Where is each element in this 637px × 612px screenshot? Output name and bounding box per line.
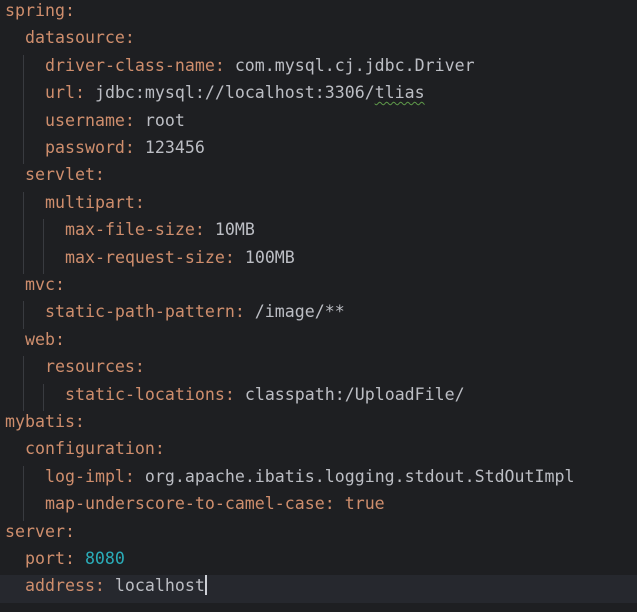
code-text: servlet:	[25, 161, 105, 188]
code-line[interactable]: max-file-size: 10MB	[0, 216, 637, 247]
code-text: password: 123456	[45, 134, 205, 161]
code-text: mvc:	[25, 271, 65, 298]
indent-guide	[23, 137, 24, 165]
code-line[interactable]: spring:	[0, 0, 637, 27]
indent-guide	[23, 493, 24, 521]
code-text: spring:	[5, 0, 75, 24]
yaml-key: web:	[25, 329, 65, 349]
code-line[interactable]: map-underscore-to-camel-case: true	[0, 490, 637, 521]
code-line[interactable]: servlet:	[0, 164, 637, 191]
yaml-value: 10MB	[204, 220, 255, 240]
code-text: username: root	[45, 107, 185, 134]
indent-guide	[43, 219, 44, 247]
code-line[interactable]: driver-class-name: com.mysql.cj.jdbc.Dri…	[0, 52, 637, 83]
code-editor[interactable]: spring: datasource: driver-class-name: com…	[0, 0, 637, 612]
indent-guide	[23, 301, 24, 329]
yaml-value: 8080	[74, 549, 125, 568]
code-text: map-underscore-to-camel-case: true	[45, 490, 385, 517]
yaml-value: true	[334, 494, 385, 514]
code-text: mybatis:	[5, 408, 85, 435]
code-text: datasource:	[25, 24, 135, 51]
code-text: web:	[25, 326, 65, 353]
code-text: static-locations: classpath:/UploadFile/	[65, 381, 465, 408]
yaml-key: multipart:	[45, 192, 145, 212]
code-line[interactable]: password: 123456	[0, 134, 637, 165]
indent-guide	[23, 246, 24, 274]
code-line[interactable]: mvc:	[0, 274, 637, 301]
code-line[interactable]: mybatis:	[0, 411, 637, 438]
yaml-key: server:	[5, 521, 75, 541]
yaml-key: password:	[45, 138, 135, 157]
yaml-key: static-locations:	[65, 384, 235, 404]
yaml-value: com.mysql.cj.jdbc.Driver	[224, 55, 475, 75]
code-text: configuration:	[25, 435, 165, 462]
yaml-value: /image/**	[244, 302, 345, 322]
yaml-key: datasource:	[25, 28, 135, 48]
yaml-key: address:	[25, 576, 105, 596]
code-text: max-file-size: 10MB	[65, 216, 255, 243]
indent-guide	[43, 246, 44, 274]
yaml-key: max-file-size:	[65, 220, 205, 240]
code-line[interactable]: url: jdbc:mysql://localhost:3306/tlias	[0, 79, 637, 110]
yaml-key: static-path-pattern:	[45, 302, 245, 322]
yaml-value: localhost	[104, 576, 205, 596]
code-text: log-impl: org.apache.ibatis.logging.stdo…	[45, 463, 575, 490]
yaml-key: spring:	[5, 1, 75, 20]
indent-guide	[23, 54, 24, 83]
yaml-key: map-underscore-to-camel-case:	[45, 494, 335, 514]
yaml-value: classpath:/UploadFile/	[234, 384, 465, 404]
indent-guide	[23, 383, 24, 411]
code-line[interactable]: port: 8080	[0, 548, 637, 575]
yaml-key: username:	[45, 110, 135, 130]
code-text: static-path-pattern: /image/**	[45, 298, 345, 325]
code-line[interactable]: static-locations: classpath:/UploadFile/	[0, 381, 637, 411]
code-line[interactable]: resources:	[0, 353, 637, 384]
yaml-key: port:	[25, 549, 75, 568]
yaml-value: 100MB	[234, 247, 295, 267]
code-line[interactable]: static-path-pattern: /image/**	[0, 298, 637, 329]
code-text: resources:	[45, 353, 145, 380]
code-text: max-request-size: 100MB	[65, 244, 295, 271]
yaml-key: resources:	[45, 357, 145, 377]
indent-guide	[23, 219, 24, 247]
yaml-key: driver-class-name:	[45, 55, 225, 75]
code-line[interactable]: address: localhost	[0, 572, 637, 603]
code-text: multipart:	[45, 189, 145, 216]
code-line[interactable]: log-impl: org.apache.ibatis.logging.stdo…	[0, 463, 637, 494]
yaml-key: configuration:	[25, 439, 165, 459]
code-text: driver-class-name: com.mysql.cj.jdbc.Dri…	[45, 52, 475, 79]
yaml-key: mvc:	[25, 275, 65, 294]
code-line[interactable]: multipart:	[0, 189, 637, 220]
yaml-key: max-request-size:	[65, 247, 235, 267]
indent-guide	[23, 109, 24, 137]
yaml-value: root	[134, 110, 185, 130]
yaml-value-spellcheck: tlias	[374, 83, 425, 103]
code-line[interactable]: datasource:	[0, 27, 637, 54]
code-text: port: 8080	[25, 545, 125, 572]
yaml-key: servlet:	[25, 165, 105, 185]
code-line[interactable]: max-request-size: 100MB	[0, 244, 637, 274]
code-line[interactable]: web:	[0, 329, 637, 356]
code-line[interactable]: server:	[0, 521, 637, 548]
text-cursor	[204, 575, 207, 596]
indent-guide	[43, 383, 44, 411]
code-line[interactable]: configuration:	[0, 438, 637, 465]
yaml-value: 123456	[134, 138, 205, 157]
code-line[interactable]: username: root	[0, 107, 637, 137]
indent-guide	[23, 465, 24, 494]
yaml-key: mybatis:	[5, 412, 85, 431]
yaml-key: log-impl:	[45, 466, 135, 486]
code-text: url: jdbc:mysql://localhost:3306/tlias	[45, 79, 425, 106]
indent-guide	[23, 356, 24, 384]
yaml-value: org.apache.ibatis.logging.stdout.StdOutI…	[134, 466, 575, 486]
yaml-value: jdbc:mysql://localhost:3306/	[84, 83, 375, 103]
code-text: server:	[5, 518, 75, 545]
yaml-key: url:	[45, 83, 85, 103]
indent-guide	[23, 82, 24, 110]
indent-guide	[23, 191, 24, 220]
code-text: address: localhost	[25, 572, 207, 599]
